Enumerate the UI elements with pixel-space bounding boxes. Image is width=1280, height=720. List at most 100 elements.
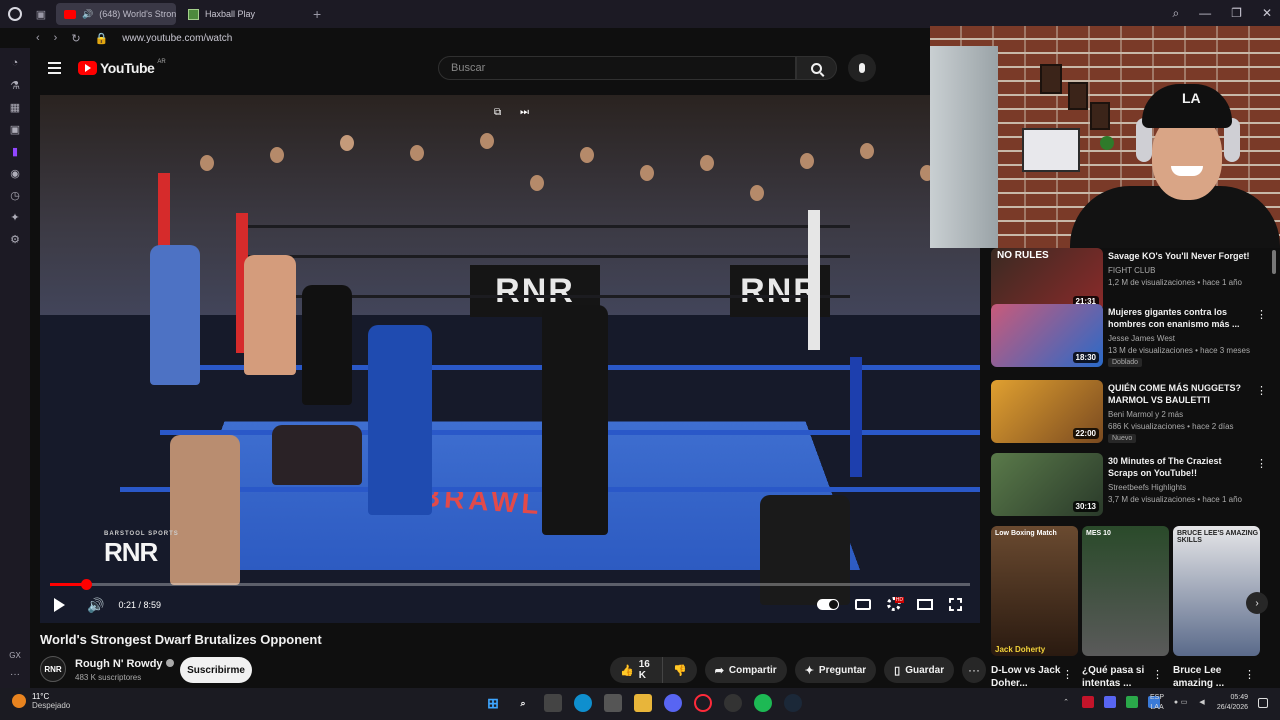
messenger-icon[interactable]: ▣ bbox=[8, 122, 22, 136]
video-player[interactable]: RNR RNR BRAWL BARSTOOL SPORTS RNR ⧉ ⏭ 🔊 … bbox=[40, 95, 980, 623]
obs-icon[interactable] bbox=[724, 694, 742, 712]
gx-control-icon[interactable]: ◔ bbox=[8, 56, 22, 70]
opera-gx-icon[interactable] bbox=[694, 694, 712, 712]
language-indicator[interactable]: ESP LAA bbox=[1150, 693, 1164, 713]
tray-app-icon[interactable] bbox=[1082, 696, 1094, 708]
close-icon[interactable]: ✕ bbox=[1262, 6, 1272, 21]
miniplayer-icon[interactable]: ⧉ bbox=[494, 107, 506, 119]
player-icon[interactable]: ◉ bbox=[8, 166, 22, 180]
short-thumbnail[interactable]: Low Boxing Match Jack Doherty bbox=[991, 526, 1078, 656]
more-icon[interactable]: ⋮ bbox=[1256, 384, 1267, 397]
tab-youtube[interactable]: 🔊 (648) World's Strongest Dwarf Brutaliz… bbox=[56, 3, 176, 25]
edge-icon[interactable] bbox=[574, 694, 592, 712]
chevron-up-icon[interactable]: ⌃ bbox=[1060, 696, 1072, 708]
scrollbar[interactable] bbox=[1272, 250, 1276, 274]
ask-button[interactable]: ✦ Preguntar bbox=[794, 657, 877, 683]
task-view-icon[interactable] bbox=[544, 694, 562, 712]
twitch-icon[interactable]: ▮ bbox=[8, 144, 22, 158]
suggestion-title[interactable]: QUIÉN COME MÁS NUGGETS? MARMOL VS BAULET… bbox=[1108, 382, 1253, 406]
suggestion-thumbnail[interactable]: 30:13 bbox=[991, 453, 1103, 516]
settings-gear-icon[interactable]: HD bbox=[887, 597, 904, 611]
tray-app-icon[interactable] bbox=[1126, 696, 1138, 708]
workspaces-icon[interactable]: ▣ bbox=[30, 0, 52, 28]
progress-scrubber[interactable] bbox=[80, 579, 92, 590]
short-title[interactable]: D-Low vs Jack Doher... bbox=[991, 664, 1061, 688]
file-explorer-icon[interactable] bbox=[634, 694, 652, 712]
play-button[interactable] bbox=[54, 598, 65, 612]
suggestion-title[interactable]: Savage KO's You'll Never Forget! bbox=[1108, 250, 1253, 262]
volume-icon[interactable]: 🔊 bbox=[87, 597, 104, 614]
suggestion-channel[interactable]: Beni Marmol y 2 más bbox=[1108, 410, 1183, 419]
forward-icon[interactable]: › bbox=[54, 32, 58, 44]
short-title[interactable]: ¿Qué pasa si intentas ... bbox=[1082, 664, 1152, 688]
more-icon[interactable]: ⋮ bbox=[1256, 308, 1267, 321]
shorts-next-button[interactable]: › bbox=[1246, 592, 1268, 614]
subscribe-button[interactable]: Suscribirme bbox=[180, 657, 252, 683]
subtitles-icon[interactable] bbox=[855, 598, 871, 610]
search-button[interactable] bbox=[796, 56, 837, 80]
gx-corner-icon[interactable]: ▦ bbox=[8, 100, 22, 114]
suggestion-thumbnail[interactable]: NO RULES 21:31 bbox=[991, 248, 1103, 311]
extensions-icon[interactable]: ✦ bbox=[8, 210, 22, 224]
new-tab-button[interactable]: + bbox=[313, 6, 321, 22]
restore-icon[interactable]: ❐ bbox=[1231, 6, 1242, 21]
url-field[interactable]: www.youtube.com/watch bbox=[122, 33, 232, 44]
channel-name[interactable]: Rough N' Rowdy bbox=[75, 658, 174, 670]
share-button[interactable]: ➦ Compartir bbox=[704, 657, 787, 683]
tab-haxball[interactable]: Haxball Play bbox=[180, 3, 305, 25]
suggestion-channel[interactable]: FIGHT CLUB bbox=[1108, 266, 1155, 275]
more-icon[interactable]: ··· bbox=[10, 669, 20, 680]
more-icon[interactable]: ⋮ bbox=[1244, 668, 1255, 681]
short-title[interactable]: Bruce Lee amazing ... bbox=[1173, 664, 1243, 688]
suggestion-item[interactable]: 22:00 QUIÉN COME MÁS NUGGETS? MARMOL VS … bbox=[991, 380, 1271, 444]
dislike-button[interactable]: 👎 bbox=[662, 657, 697, 683]
weather-widget[interactable]: 11°C Despejado bbox=[12, 692, 70, 710]
menu-icon[interactable] bbox=[48, 62, 61, 77]
clock[interactable]: 05:49 26/4/2026 bbox=[1212, 693, 1248, 713]
volume-icon[interactable]: ◀ bbox=[1196, 696, 1208, 708]
suggestion-channel[interactable]: Jesse James West bbox=[1108, 334, 1175, 343]
voice-search-button[interactable] bbox=[848, 54, 876, 82]
more-icon[interactable]: ⋮ bbox=[1152, 668, 1163, 681]
search-input[interactable]: Buscar bbox=[438, 56, 796, 80]
history-icon[interactable]: ◷ bbox=[8, 188, 22, 202]
notifications-icon[interactable] bbox=[1258, 698, 1268, 708]
back-icon[interactable]: ‹ bbox=[36, 32, 40, 44]
suggestion-title[interactable]: 30 Minutes of The Craziest Scraps on You… bbox=[1108, 455, 1253, 479]
spotify-icon[interactable] bbox=[754, 694, 772, 712]
settings-icon[interactable]: ⚙ bbox=[8, 232, 22, 246]
short-thumbnail[interactable]: MES 10 bbox=[1082, 526, 1169, 656]
suggestion-thumbnail[interactable]: 22:00 bbox=[991, 380, 1103, 443]
minimize-icon[interactable]: — bbox=[1199, 6, 1211, 21]
store-icon[interactable] bbox=[604, 694, 622, 712]
fullscreen-icon[interactable] bbox=[949, 597, 962, 611]
reload-icon[interactable]: ↻ bbox=[71, 32, 80, 45]
more-icon[interactable]: ⋮ bbox=[1256, 457, 1267, 470]
search-icon[interactable]: ⌕ bbox=[514, 694, 532, 712]
suggestion-item[interactable]: 18:30 Mujeres gigantes contra los hombre… bbox=[991, 304, 1271, 368]
theater-icon[interactable] bbox=[917, 598, 933, 610]
opera-logo-icon[interactable] bbox=[0, 0, 30, 28]
speaker-icon[interactable]: 🔊 bbox=[82, 9, 93, 20]
suggestion-channel[interactable]: Streetbeefs Highlights bbox=[1108, 483, 1186, 492]
gx-cleaner-icon[interactable]: ⚗ bbox=[8, 78, 22, 92]
suggestion-item[interactable]: NO RULES 21:31 Savage KO's You'll Never … bbox=[991, 248, 1271, 312]
suggestion-thumbnail[interactable]: 18:30 bbox=[991, 304, 1103, 367]
autoplay-toggle[interactable] bbox=[817, 598, 839, 610]
progress-bar[interactable] bbox=[50, 579, 970, 590]
short-thumbnail[interactable]: BRUCE LEE'S AMAZING SKILLS bbox=[1173, 526, 1260, 656]
suggestion-title[interactable]: Mujeres gigantes contra los hombres con … bbox=[1108, 306, 1253, 330]
search-tabs-icon[interactable]: ⌕ bbox=[1172, 6, 1179, 21]
monitor-icon[interactable]: ▭ bbox=[1178, 696, 1190, 708]
next-video-icon[interactable]: ⏭ bbox=[520, 107, 532, 119]
like-button[interactable]: 👍 16 K bbox=[610, 657, 663, 683]
more-actions-button[interactable]: ··· bbox=[962, 657, 986, 683]
discord-icon[interactable] bbox=[664, 694, 682, 712]
youtube-logo[interactable]: YouTube AR bbox=[78, 59, 166, 76]
start-icon[interactable]: ⊞ bbox=[484, 694, 502, 712]
suggestion-item[interactable]: 30:13 30 Minutes of The Craziest Scraps … bbox=[991, 453, 1271, 517]
channel-avatar[interactable]: RNR bbox=[40, 656, 66, 682]
discord-tray-icon[interactable] bbox=[1104, 696, 1116, 708]
steam-icon[interactable] bbox=[784, 694, 802, 712]
save-button[interactable]: ▯ Guardar bbox=[884, 657, 955, 683]
